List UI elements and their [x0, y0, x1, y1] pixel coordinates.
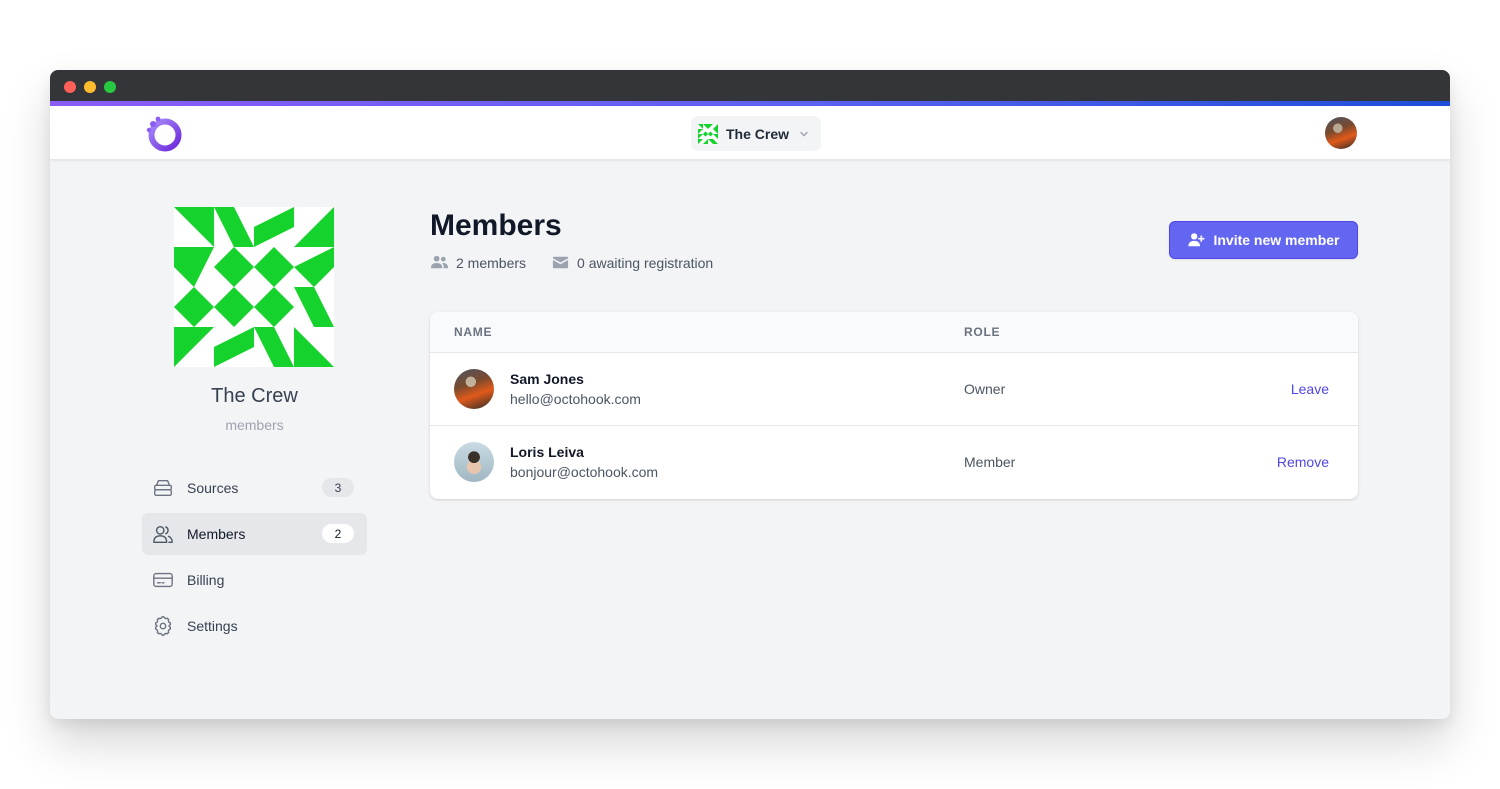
- sidebar-item-label: Members: [187, 526, 246, 542]
- awaiting-registration-text: 0 awaiting registration: [577, 254, 714, 271]
- chevron-down-icon: [800, 131, 808, 136]
- table-row: Sam Jones hello@octohook.com Owner Leave: [430, 353, 1358, 426]
- member-name: Loris Leiva: [510, 444, 584, 460]
- sidebar-item-label: Billing: [187, 572, 225, 588]
- octohook-logo-icon[interactable]: [144, 114, 184, 154]
- team-avatar: [174, 207, 334, 367]
- side-navigation: Sources 3 Members 2 Billing Settings: [142, 467, 367, 651]
- invite-new-member-button[interactable]: Invite new member: [1169, 221, 1358, 259]
- sidebar-item-label: Sources: [187, 480, 239, 496]
- leave-button[interactable]: Leave: [1291, 381, 1329, 397]
- envelope-icon: [552, 256, 569, 269]
- remove-button[interactable]: Remove: [1277, 454, 1329, 470]
- user-avatar[interactable]: [1325, 117, 1357, 149]
- close-window-button[interactable]: [64, 81, 76, 93]
- member-email: bonjour@octohook.com: [510, 464, 659, 480]
- users-icon: [153, 525, 173, 543]
- sidebar-item-label: Settings: [187, 618, 238, 634]
- database-icon: [154, 479, 172, 497]
- minimize-window-button[interactable]: [84, 81, 96, 93]
- gear-icon: [154, 616, 172, 636]
- user-plus-icon: [1188, 233, 1205, 247]
- members-meta: 2 members 0 awaiting registration: [430, 253, 738, 272]
- users-icon: [430, 255, 449, 269]
- members-count: 2 members: [430, 253, 526, 272]
- zoom-window-button[interactable]: [104, 81, 116, 93]
- member-role: Owner: [964, 381, 1006, 397]
- sources-count-badge: 3: [322, 478, 354, 497]
- sidebar-item-sources[interactable]: Sources 3: [142, 467, 367, 509]
- column-header-name: NAME: [454, 325, 493, 339]
- members-table: NAME ROLE Sam Jones hello@octohook.com O…: [430, 312, 1358, 499]
- team-avatar-icon: [698, 123, 718, 144]
- team-switcher-label: The Crew: [726, 125, 790, 142]
- member-name: Sam Jones: [510, 371, 584, 387]
- column-header-role: ROLE: [964, 325, 1001, 339]
- page-title: Members: [430, 209, 562, 242]
- team-name: The Crew: [211, 385, 298, 407]
- avatar: [454, 369, 494, 409]
- member-email: hello@octohook.com: [510, 391, 641, 407]
- members-count-badge: 2: [322, 524, 354, 543]
- sidebar-item-billing[interactable]: Billing: [142, 559, 367, 601]
- top-navigation: The Crew: [50, 106, 1450, 160]
- team-switcher[interactable]: The Crew: [691, 116, 821, 151]
- sidebar-item-members[interactable]: Members 2: [142, 513, 367, 555]
- credit-card-icon: [153, 572, 173, 588]
- window-titlebar: [50, 70, 1450, 101]
- table-header: NAME ROLE: [430, 312, 1358, 353]
- team-subtitle: members: [225, 417, 284, 433]
- invite-button-label: Invite new member: [1213, 232, 1340, 248]
- awaiting-registration: 0 awaiting registration: [551, 253, 713, 272]
- members-count-text: 2 members: [456, 254, 527, 271]
- member-role: Member: [964, 454, 1016, 470]
- avatar: [454, 442, 494, 482]
- sidebar-item-settings[interactable]: Settings: [142, 605, 367, 647]
- table-row: Loris Leiva bonjour@octohook.com Member …: [430, 426, 1358, 499]
- app-window: The Crew The Crew members Sources 3 Memb…: [50, 70, 1450, 719]
